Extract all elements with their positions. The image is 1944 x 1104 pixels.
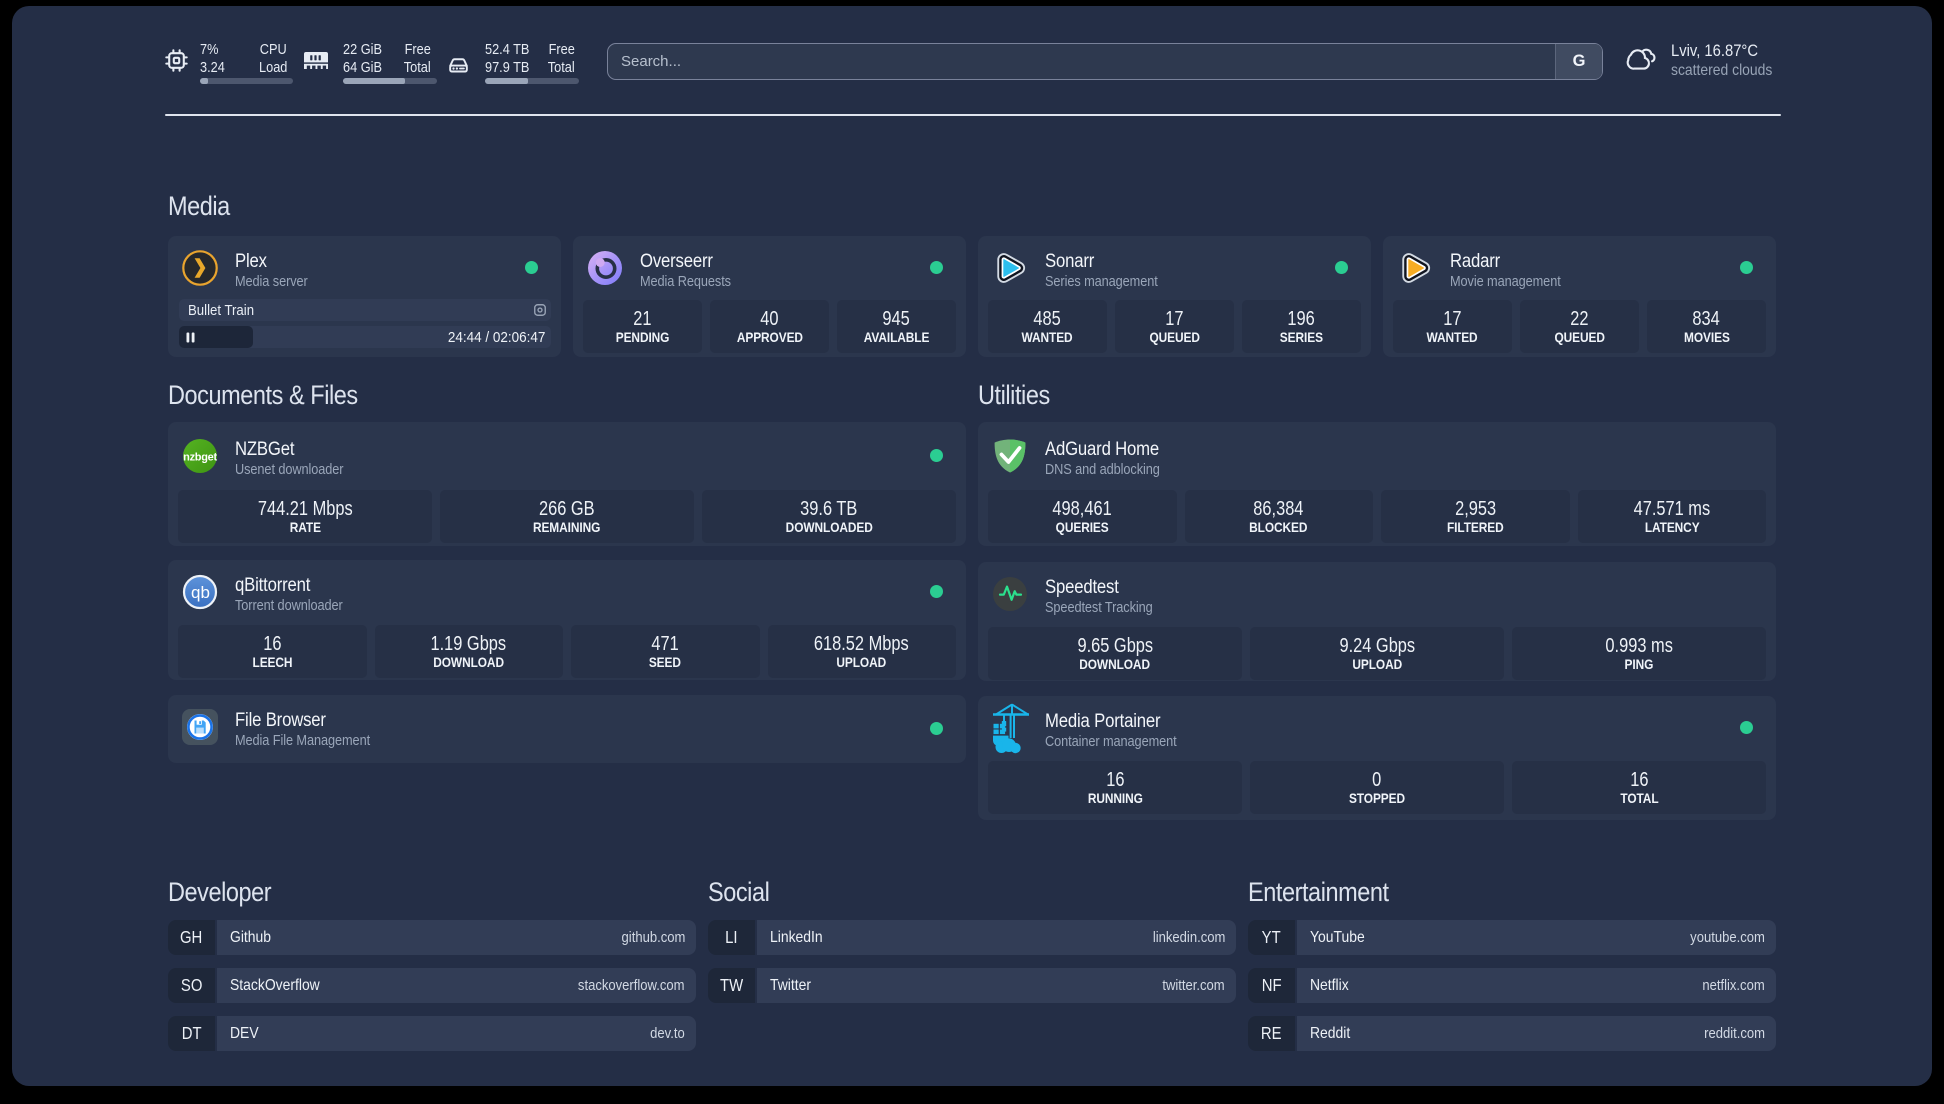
svg-text:nzbget: nzbget bbox=[183, 452, 217, 464]
svg-text:qb: qb bbox=[191, 583, 210, 602]
